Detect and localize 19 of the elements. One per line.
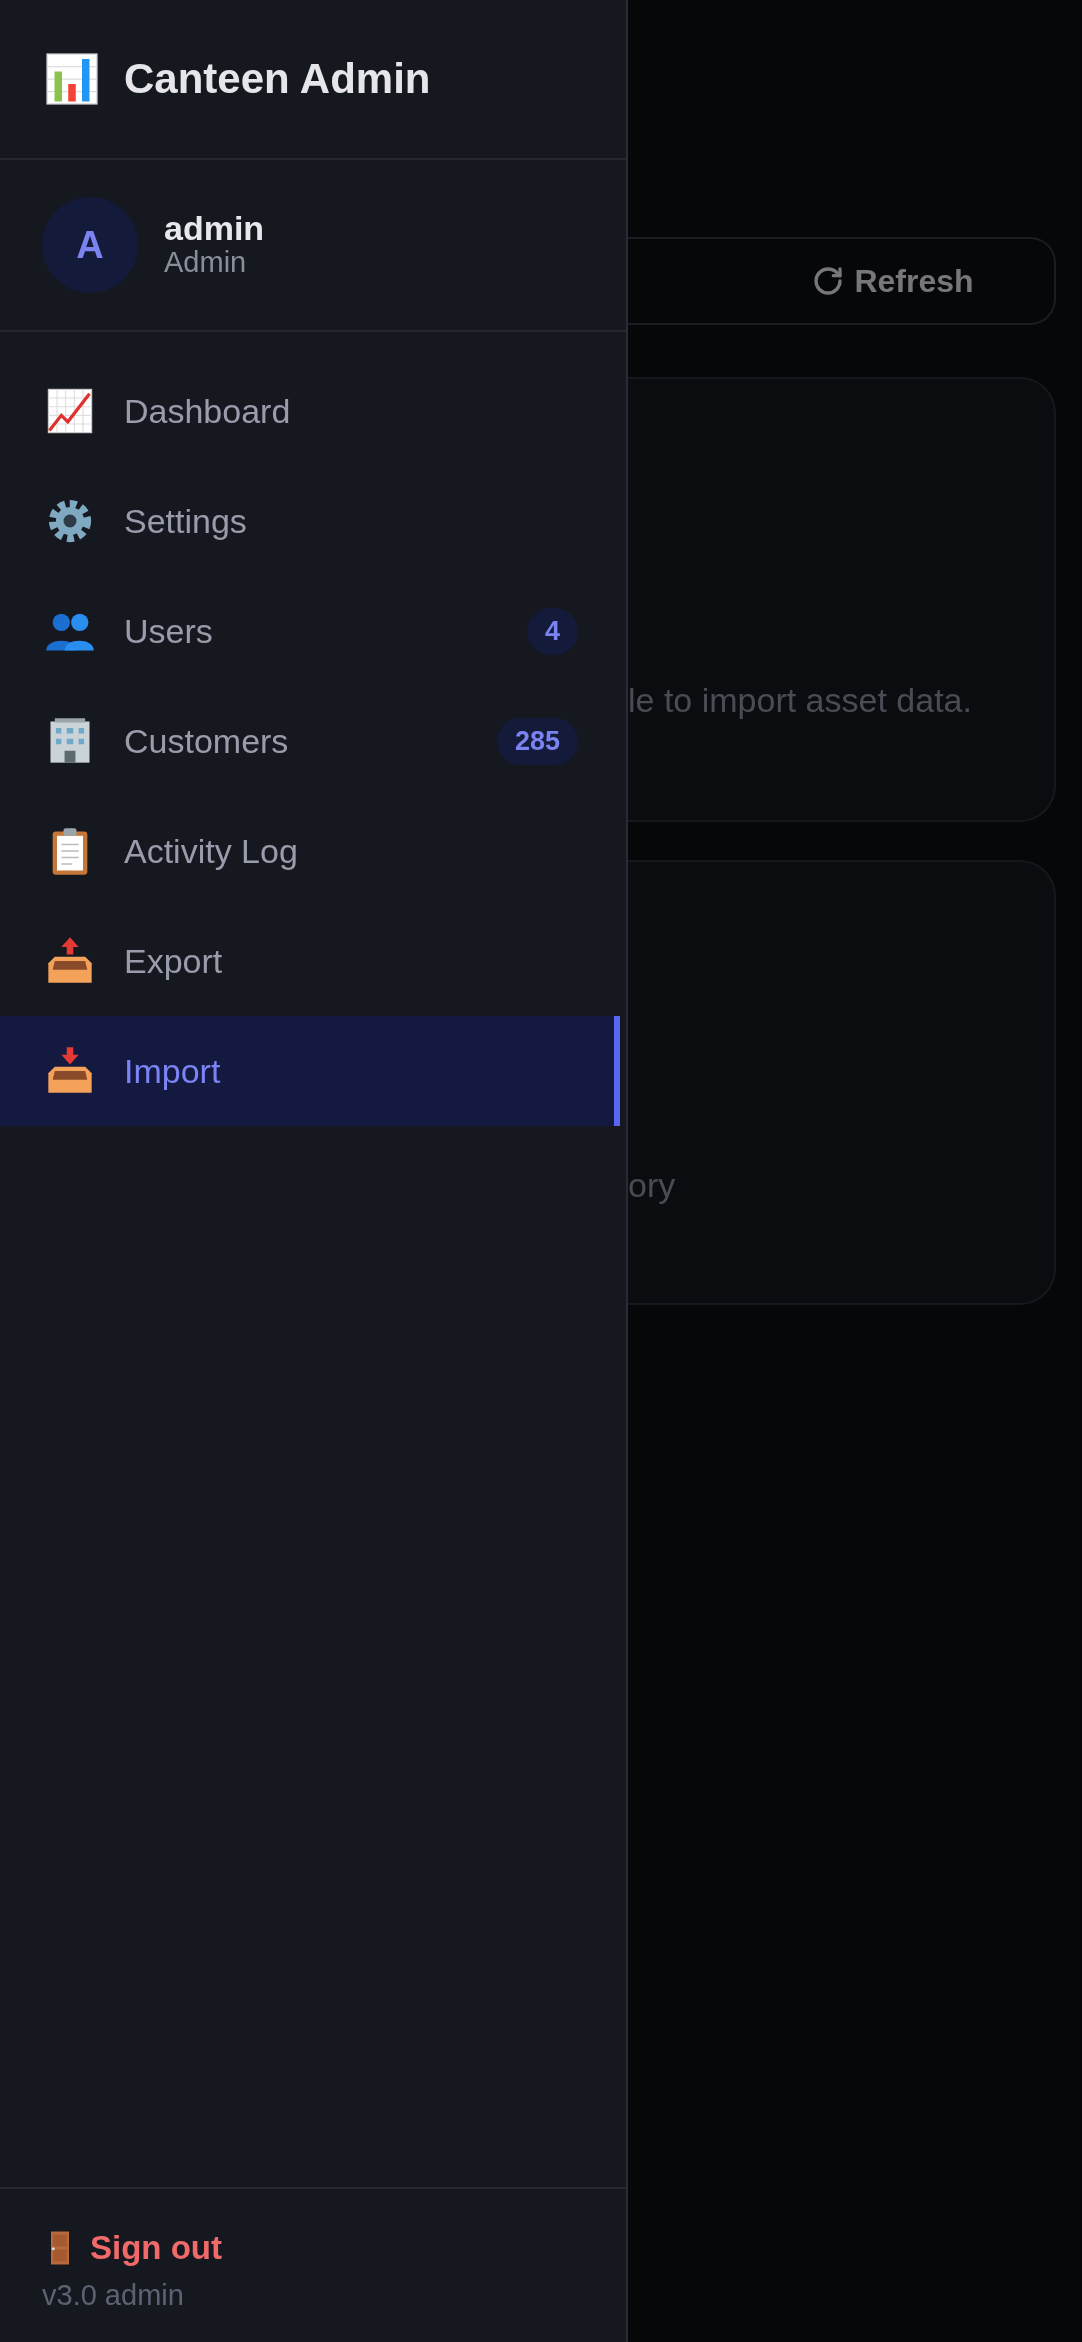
app-title: Canteen Admin [124, 55, 431, 103]
nav-item[interactable]: Settings [0, 466, 626, 576]
card-text: ory [628, 1166, 676, 1205]
nav-item[interactable]: Import [0, 1016, 620, 1126]
user-name: admin [164, 211, 265, 247]
nav-item[interactable]: Users 4 [0, 576, 626, 686]
count-badge: 4 [526, 607, 578, 655]
count-badge: 285 [496, 717, 578, 765]
card-text: le to import asset data. [628, 681, 972, 720]
nav-item[interactable]: Dashboard [0, 356, 626, 466]
avatar: A [42, 197, 138, 293]
refresh-icon [812, 265, 845, 297]
nav-item[interactable]: Export [0, 906, 626, 1016]
sign-out-link[interactable]: Sign out [42, 2229, 222, 2267]
nav-item[interactable]: Customers 285 [0, 686, 626, 796]
nav-item[interactable]: Activity Log [0, 796, 626, 906]
refresh-button[interactable]: Refresh [628, 237, 1056, 325]
version-label: v3.0 admin [42, 2279, 185, 2312]
user-role: Admin [164, 246, 248, 279]
